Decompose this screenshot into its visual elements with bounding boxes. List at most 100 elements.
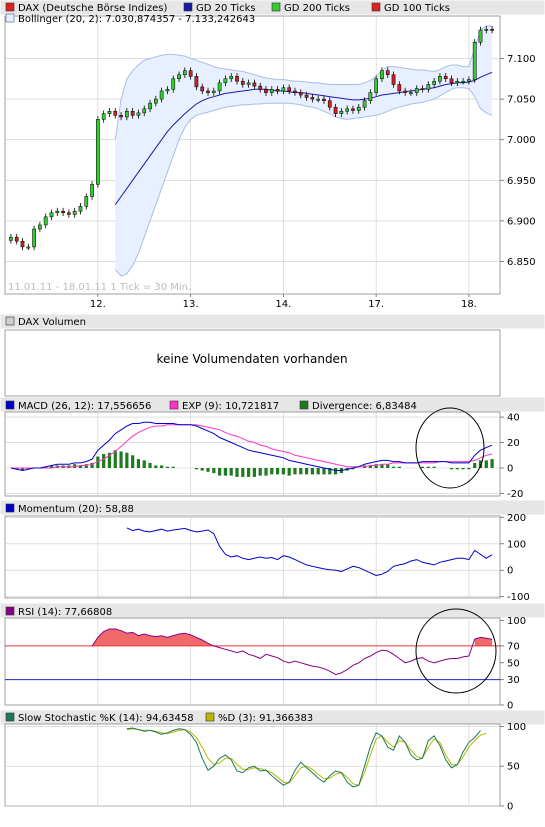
divergence-bar: [200, 468, 204, 471]
candle-body: [136, 112, 141, 116]
momentum-ytick-label-3: -100: [507, 592, 530, 603]
macd-ytick-label-2: 0: [507, 464, 513, 475]
candle-body: [96, 119, 100, 185]
divergence-bar: [467, 468, 471, 470]
divergence-bar: [119, 451, 123, 468]
divergence-bar: [223, 468, 228, 476]
price-ytick-label-2: 6.950: [507, 176, 536, 187]
candle-body: [43, 216, 48, 226]
price-ytick-label-1: 6.900: [507, 216, 536, 227]
candle-body: [304, 94, 309, 98]
macd-frame: [4, 411, 501, 497]
candle-body: [333, 106, 338, 114]
candle-body: [426, 84, 431, 90]
candle-body: [368, 92, 373, 101]
price-watermark: 11.01.11 - 18.01.11 1 Tick = 30 Min.: [8, 282, 191, 293]
candle-body: [246, 82, 251, 85]
divergence-bar: [455, 468, 459, 470]
momentum-legend-label-0: Momentum (20): 58,88: [18, 504, 134, 515]
chart-root: DAX (Deutsche Börse Indizes) GD 20 Ticks G…: [0, 0, 545, 813]
candle-body: [455, 80, 460, 84]
candle-body: [142, 108, 147, 114]
candle-body: [432, 80, 436, 85]
divergence-bar: [165, 466, 170, 468]
divergence-bar: [160, 465, 164, 468]
momentum-ytick-label-0: 200: [507, 513, 526, 524]
candle-body: [484, 28, 489, 31]
divergence-bar: [131, 455, 135, 468]
candle-body: [339, 111, 344, 114]
candle-body: [293, 90, 297, 93]
candle-body: [467, 79, 471, 82]
price-legend-swatch-0: [5, 2, 15, 12]
stoch-legend-swatch-1: [205, 712, 215, 722]
candle-body: [258, 85, 263, 90]
candle-body: [61, 210, 65, 214]
price-legend-label-1: GD 20 Ticks: [196, 3, 256, 14]
candle-body: [269, 89, 274, 93]
momentum-legend-swatch-0: [5, 503, 15, 513]
divergence-bar: [310, 468, 314, 475]
divergence-bar: [125, 452, 129, 468]
rsi-legend-swatch-0: [5, 606, 15, 616]
candle-body: [200, 86, 205, 92]
divergence-bar: [432, 466, 436, 468]
candle-body: [374, 78, 378, 93]
momentum-ytick-label-2: 0: [507, 566, 513, 577]
candle-body: [252, 82, 257, 87]
candle-body: [380, 70, 384, 80]
candle-body: [409, 92, 413, 95]
candle-body: [316, 98, 321, 101]
divergence-bar: [391, 466, 396, 468]
candle-body: [9, 236, 13, 241]
divergence-bar: [171, 466, 175, 468]
candle-body: [26, 246, 31, 249]
price-legend-swatch-3: [371, 2, 381, 12]
divergence-bar: [258, 468, 262, 476]
stoch-ytick-label-0: 100: [507, 722, 526, 733]
divergence-bar: [322, 468, 326, 475]
divergence-bar: [484, 460, 488, 468]
candle-body: [159, 90, 164, 100]
divergence-bar: [333, 468, 338, 475]
divergence-bar: [142, 460, 146, 468]
stoch-legend-swatch-0: [5, 712, 15, 722]
price-ytick-label-5: 7.100: [507, 54, 536, 65]
candle-body: [351, 108, 355, 111]
volume-swatch: [5, 316, 15, 326]
price-legend-label-0: DAX (Deutsche Börse Indizes): [18, 3, 167, 14]
candle-body: [211, 90, 216, 93]
volume-title: DAX Volumen: [18, 317, 86, 328]
candle-body: [14, 236, 19, 242]
price-legend-swatch-1: [183, 2, 193, 12]
divergence-bar: [449, 468, 454, 470]
candle-body: [78, 206, 83, 212]
candle-body: [55, 210, 60, 214]
divergence-bar: [102, 454, 106, 468]
candle-body: [67, 212, 71, 215]
divergence-bar: [206, 468, 210, 472]
price-xtick-label-3: 17.: [368, 299, 384, 310]
candle-body: [38, 224, 42, 230]
macd-ytick-label-3: -20: [507, 489, 523, 500]
macd-panel: MACD (26, 12): 17,556656 EXP (9): 10,7218…: [0, 397, 545, 500]
stoch-frame: [4, 723, 501, 807]
rsi-ytick-label-4: 0: [507, 701, 513, 712]
price-legend-label-2: GD 200 Ticks: [284, 3, 350, 14]
divergence-bar: [154, 465, 158, 468]
divergence-bar: [229, 468, 233, 476]
divergence-bar: [461, 468, 465, 470]
panels: DAX (Deutsche Börse Indizes) GD 20 Ticks G…: [0, 0, 545, 813]
macd-legend-label-2: Divergence: 6,83484: [312, 401, 417, 412]
candle-body: [101, 113, 106, 120]
candle-body: [287, 87, 292, 92]
price-legend-label-3: GD 100 Ticks: [384, 3, 450, 14]
candle-body: [327, 100, 332, 108]
candle-body: [281, 87, 286, 92]
divergence-bar: [247, 468, 251, 477]
divergence-bar: [426, 466, 430, 468]
candle-body: [438, 76, 442, 82]
stoch-legend-label-0: Slow Stochastic %K (14): 94,63458: [18, 713, 194, 724]
rsi-legend-label-0: RSI (14): 77,66808: [18, 607, 112, 618]
candle-body: [275, 89, 280, 92]
